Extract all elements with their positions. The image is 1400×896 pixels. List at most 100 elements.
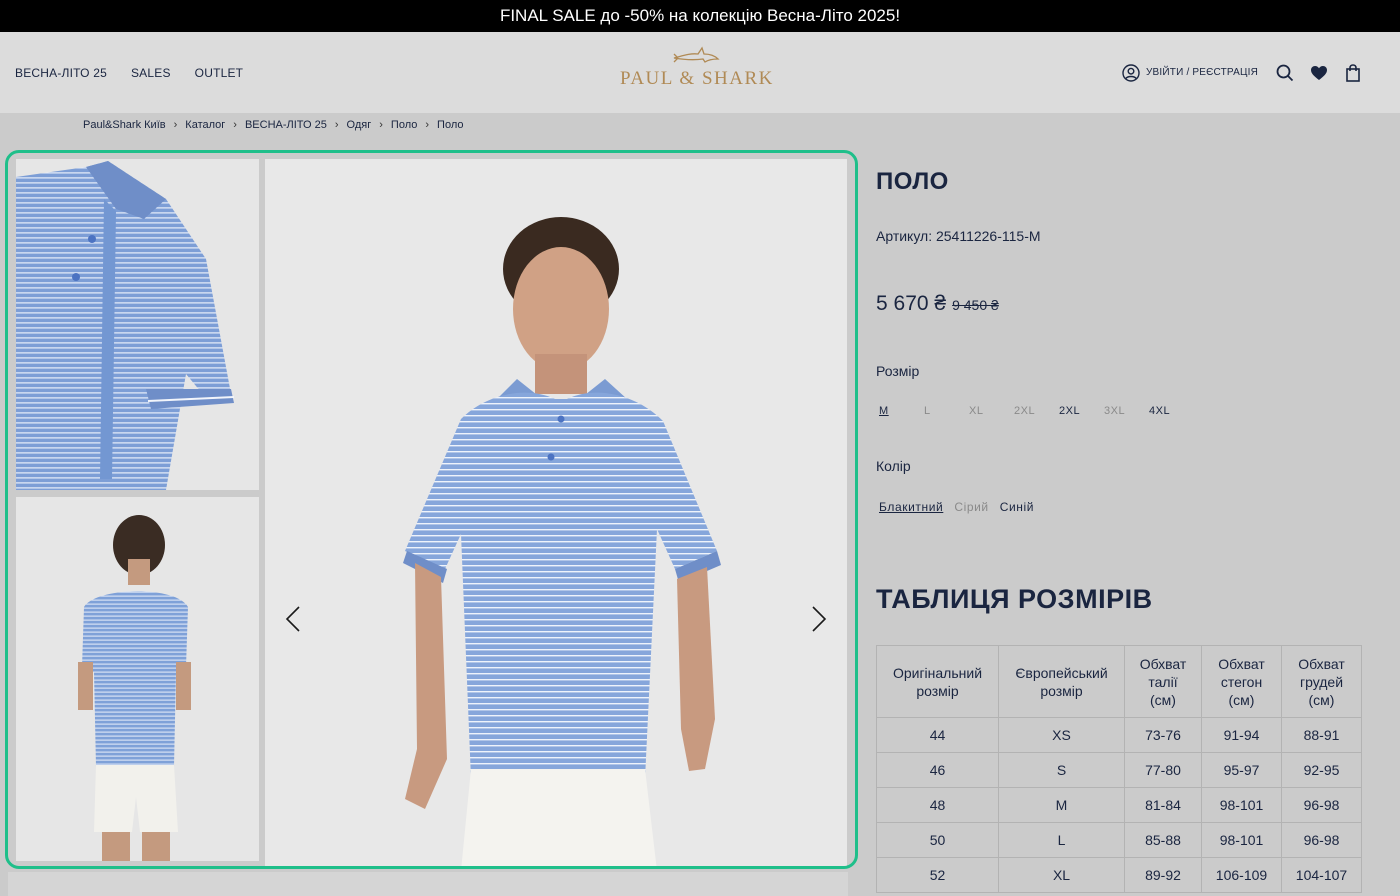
size-option-xl[interactable]: XL — [969, 405, 1014, 417]
size-label: Розмір — [876, 363, 920, 379]
cart-button[interactable] — [1336, 56, 1370, 90]
table-row: 48 M 81-84 98-101 96-98 — [876, 787, 1362, 823]
color-label: Колір — [876, 458, 911, 474]
login-label: УВІЙТИ / РЕЄСТРАЦІЯ — [1145, 67, 1258, 78]
table-cell: 48 — [876, 787, 999, 823]
breadcrumb-clothing[interactable]: Одяг — [347, 119, 372, 131]
header-chest: Обхват грудей (см) — [1281, 645, 1362, 718]
bag-icon — [1346, 63, 1360, 82]
color-option-grey[interactable]: Сірий — [954, 500, 988, 514]
gallery-prev-button[interactable] — [273, 599, 313, 639]
table-cell: 85-88 — [1124, 822, 1202, 858]
size-option-l[interactable]: L — [924, 405, 969, 417]
table-row: 50 L 85-88 98-101 96-98 — [876, 822, 1362, 858]
table-cell: 92-95 — [1281, 752, 1362, 788]
table-cell: 96-98 — [1281, 787, 1362, 823]
breadcrumb-collection[interactable]: ВЕСНА-ЛІТО 25 — [245, 119, 327, 131]
size-option-m[interactable]: M — [879, 405, 924, 417]
header-european-size: Європейський розмір — [998, 645, 1125, 718]
header-hips: Обхват стегон (см) — [1201, 645, 1282, 718]
table-cell: 91-94 — [1201, 717, 1282, 753]
table-cell: 46 — [876, 752, 999, 788]
price-row: 5 670 ₴ 9 450 ₴ — [876, 292, 999, 316]
table-cell: 98-101 — [1201, 822, 1282, 858]
search-icon — [1276, 64, 1294, 81]
gallery-thumbnail-back[interactable] — [16, 497, 259, 861]
polo-flat-image — [16, 161, 235, 490]
color-selector: Блакитний Сірий Синій — [879, 500, 1034, 514]
breadcrumb-separator: › — [425, 119, 430, 131]
size-option-2xl[interactable]: 2XL — [1014, 405, 1059, 417]
brand-logo[interactable]: PAUL & SHARK — [620, 46, 772, 100]
breadcrumb-separator: › — [233, 119, 237, 131]
table-cell: 96-98 — [1281, 822, 1362, 858]
table-cell: 98-101 — [1201, 787, 1282, 823]
wishlist-button[interactable] — [1302, 56, 1336, 90]
product-title: ПОЛО — [876, 168, 949, 195]
breadcrumb-home[interactable]: Paul&Shark Київ — [83, 119, 166, 131]
breadcrumb-separator: › — [173, 119, 178, 131]
table-cell: 44 — [876, 717, 999, 753]
heart-icon — [1311, 65, 1327, 80]
color-option-light-blue[interactable]: Блакитний — [879, 500, 943, 514]
table-cell: 52 — [876, 857, 999, 893]
promo-banner[interactable]: FINAL SALE до -50% на колекцію Весна-Літ… — [0, 0, 1400, 32]
size-option-3xl[interactable]: 3XL — [1104, 405, 1149, 417]
product-sku: Артикул: 25411226-115-M — [876, 228, 1041, 244]
table-cell: 95-97 — [1201, 752, 1282, 788]
breadcrumb-current: Поло — [437, 119, 464, 131]
size-selector: M L XL 2XL 2XL 3XL 4XL — [879, 405, 1194, 417]
size-option-4xl[interactable]: 4XL — [1149, 405, 1194, 417]
nav-item-sales[interactable]: SALES — [131, 66, 171, 80]
gallery-thumbnail-front[interactable] — [16, 159, 259, 490]
size-table: Оригінальний розмір Європейський розмір Об… — [876, 645, 1362, 893]
table-cell: 81-84 — [1124, 787, 1202, 823]
main-nav: ВЕСНА-ЛІТО 25 SALES OUTLET — [15, 32, 243, 113]
table-row: 46 S 77-80 95-97 92-95 — [876, 752, 1362, 788]
nav-item-spring-summer[interactable]: ВЕСНА-ЛІТО 25 — [15, 66, 107, 80]
model-back-image — [78, 515, 191, 861]
table-cell: 106-109 — [1201, 857, 1282, 893]
breadcrumb-separator: › — [379, 119, 383, 131]
user-icon — [1122, 63, 1140, 82]
table-cell: 73-76 — [1124, 717, 1202, 753]
chevron-left-icon — [285, 606, 300, 632]
breadcrumb-catalog[interactable]: Каталог — [185, 119, 225, 131]
breadcrumb-separator: › — [334, 119, 339, 131]
table-cell: 77-80 — [1124, 752, 1202, 788]
header-original-size: Оригінальний розмір — [876, 645, 999, 718]
main-product-image[interactable] — [265, 159, 847, 866]
size-option-2xl[interactable]: 2XL — [1059, 405, 1104, 417]
table-cell: 104-107 — [1281, 857, 1362, 893]
site-header: ВЕСНА-ЛІТО 25 SALES OUTLET PAUL & SHARK … — [0, 32, 1400, 113]
product-gallery — [5, 150, 858, 869]
table-row: 44 XS 73-76 91-94 88-91 — [876, 717, 1362, 753]
old-price: 9 450 ₴ — [952, 297, 999, 313]
table-cell: L — [998, 822, 1125, 858]
header-waist: Обхват талії (см) — [1124, 645, 1202, 718]
search-button[interactable] — [1268, 56, 1302, 90]
size-table-title: ТАБЛИЦЯ РОЗМІРІВ — [876, 584, 1153, 614]
breadcrumb: Paul&Shark Київ › Каталог › ВЕСНА-ЛІТО 2… — [83, 119, 464, 131]
header-actions: УВІЙТИ / РЕЄСТРАЦІЯ — [1122, 32, 1370, 113]
chevron-right-icon — [812, 606, 827, 632]
size-table-header-row: Оригінальний розмір Європейський розмір Об… — [876, 645, 1362, 718]
shark-logo-icon — [673, 46, 720, 63]
table-cell: S — [998, 752, 1125, 788]
gallery-next-button[interactable] — [799, 599, 839, 639]
gallery-next-row — [8, 872, 848, 896]
login-link[interactable]: УВІЙТИ / РЕЄСТРАЦІЯ — [1122, 63, 1258, 82]
table-cell: XL — [998, 857, 1125, 893]
model-front-image — [403, 217, 721, 866]
table-cell: XS — [998, 717, 1125, 753]
breadcrumb-polo-category[interactable]: Поло — [391, 119, 417, 131]
table-cell: 89-92 — [1124, 857, 1202, 893]
table-cell: M — [998, 787, 1125, 823]
table-cell: 50 — [876, 822, 999, 858]
current-price: 5 670 ₴ — [876, 292, 947, 315]
table-row: 52 XL 89-92 106-109 104-107 — [876, 857, 1362, 893]
table-cell: 88-91 — [1281, 717, 1362, 753]
logo-wordmark: PAUL & SHARK — [620, 68, 774, 89]
color-option-blue[interactable]: Синій — [1000, 500, 1034, 514]
nav-item-outlet[interactable]: OUTLET — [195, 66, 244, 80]
